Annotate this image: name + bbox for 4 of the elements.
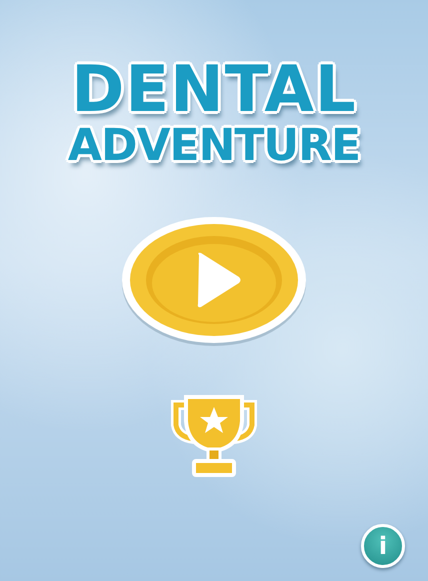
play-button[interactable] <box>121 215 307 347</box>
title-text: DENTAL <box>71 58 357 122</box>
info-button[interactable]: i <box>361 524 405 568</box>
subtitle-text: ADVENTURE <box>68 124 360 168</box>
